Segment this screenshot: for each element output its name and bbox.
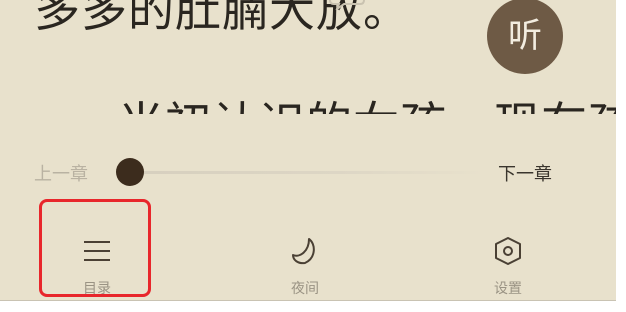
highlight-annotation-box [39, 199, 151, 297]
speech-bubble-icon[interactable] [328, 0, 366, 10]
chapter-progress-track[interactable] [120, 171, 484, 174]
night-label: 夜间 [291, 281, 319, 297]
settings-button[interactable]: 设置 [458, 228, 558, 300]
listen-button[interactable]: 听 [487, 0, 563, 74]
chapter-progress-row: 上一章 下一章 [0, 148, 616, 196]
bottom-divider [0, 300, 616, 301]
next-chapter-button[interactable]: 下一章 [498, 160, 552, 186]
bottom-margin [0, 300, 626, 312]
reader-text-line-2: 当初认识的女孩，现在孩 [118, 88, 616, 114]
prev-chapter-button[interactable]: 上一章 [34, 160, 88, 186]
night-mode-button[interactable]: 夜间 [255, 228, 355, 300]
settings-label: 设置 [494, 281, 522, 297]
hexagon-gear-icon [495, 237, 521, 265]
moon-icon [292, 238, 315, 265]
chapter-progress-thumb[interactable] [116, 158, 144, 186]
